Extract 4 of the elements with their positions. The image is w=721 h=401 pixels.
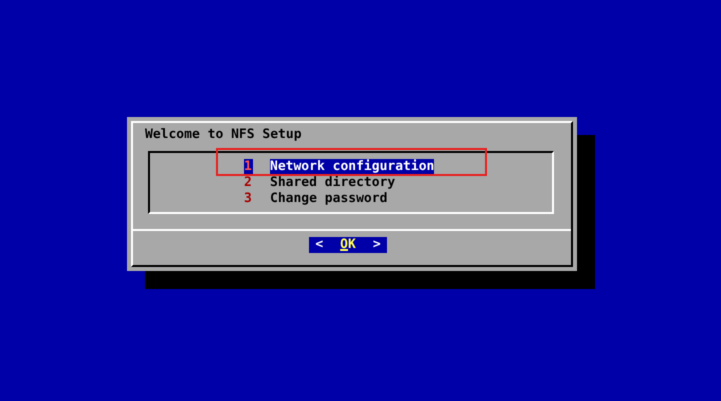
menu-item[interactable]: 2 Shared directory xyxy=(244,175,396,191)
ok-button[interactable]: < OK > xyxy=(309,237,387,253)
menu-item[interactable]: 3 Change password xyxy=(244,191,388,207)
dialog-title: Welcome to NFS Setup xyxy=(145,127,302,143)
